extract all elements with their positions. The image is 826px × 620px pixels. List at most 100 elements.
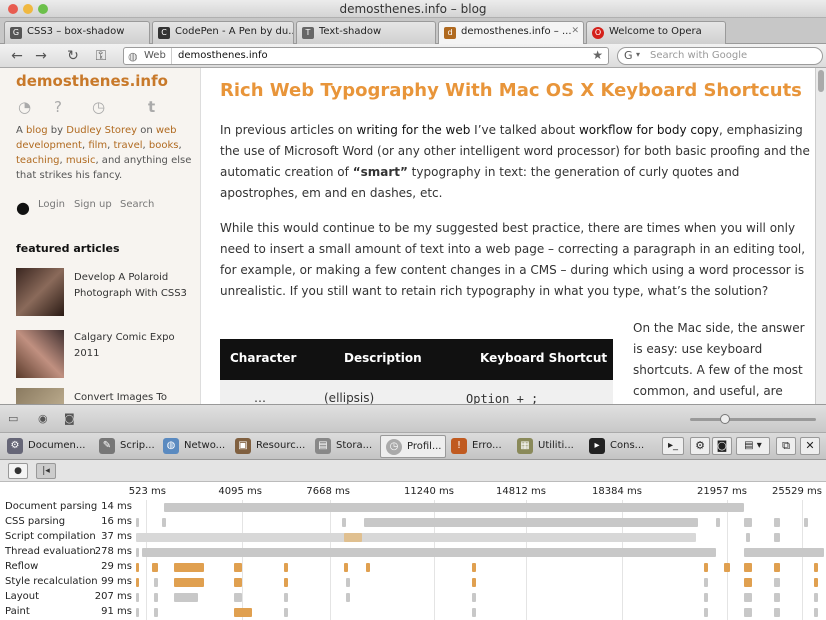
event-marker[interactable] (774, 518, 780, 527)
tab-profiler[interactable]: ◷ Profil... (380, 435, 447, 458)
tab-scripts[interactable]: ✎ Scrip... (94, 435, 159, 458)
google-icon[interactable]: G (624, 49, 633, 62)
fit-to-window-icon[interactable]: |◂ (36, 463, 56, 479)
event-marker[interactable] (774, 563, 780, 572)
event-track[interactable] (134, 530, 826, 545)
event-marker[interactable] (174, 563, 204, 572)
rss-icon[interactable]: ◔ (18, 98, 31, 116)
tab-resources[interactable]: ▣ Resourc... (230, 435, 309, 458)
event-track[interactable] (134, 545, 826, 560)
event-track[interactable] (134, 500, 826, 515)
books-link[interactable]: books (149, 140, 179, 151)
event-marker[interactable] (234, 593, 242, 602)
event-marker[interactable] (814, 563, 818, 572)
tab-welcome-opera[interactable]: O Welcome to Opera (586, 21, 726, 44)
timeline-row[interactable]: Style recalculation 99 ms (0, 575, 826, 590)
event-marker[interactable] (744, 593, 752, 602)
event-marker[interactable] (774, 533, 780, 542)
event-marker[interactable] (716, 518, 720, 527)
event-marker[interactable] (814, 608, 818, 617)
event-marker[interactable] (344, 533, 362, 542)
event-marker[interactable] (162, 518, 166, 527)
event-marker[interactable] (744, 578, 752, 587)
record-icon[interactable]: ● (8, 463, 28, 479)
featured-article-link[interactable]: Calgary Comic Expo 2011 (74, 330, 194, 362)
event-marker[interactable] (136, 518, 139, 527)
event-marker[interactable] (154, 608, 158, 617)
event-marker[interactable] (746, 533, 750, 542)
settings-gear-icon[interactable]: ⚙ (690, 437, 710, 455)
timeline-row[interactable]: Script compilation 37 ms (0, 530, 826, 545)
event-marker[interactable] (366, 563, 370, 572)
event-marker[interactable] (164, 503, 744, 512)
key-icon[interactable]: ⚿ (90, 46, 112, 66)
event-marker[interactable] (346, 593, 350, 602)
workflow-link[interactable]: workflow for body copy (579, 123, 719, 137)
bookmark-star-icon[interactable]: ★ (592, 48, 603, 62)
event-marker[interactable] (136, 563, 139, 572)
event-marker[interactable] (344, 563, 348, 572)
event-marker[interactable] (174, 593, 198, 602)
url-text[interactable]: demosthenes.info (178, 50, 268, 61)
page-scrollbar[interactable] (815, 68, 826, 404)
event-marker[interactable] (484, 518, 488, 527)
address-bar[interactable]: ◍ Web demosthenes.info ★ (123, 47, 609, 65)
event-marker[interactable] (234, 608, 252, 617)
tab-codepen[interactable]: C CodePen - A Pen by du... (152, 21, 294, 44)
event-marker[interactable] (152, 563, 158, 572)
console-toggle-icon[interactable]: ▸_ (662, 437, 684, 455)
tab-demosthenes[interactable]: d demosthenes.info – ... ✕ (438, 21, 584, 45)
search-field[interactable]: G ▾ Search with Google (617, 47, 823, 65)
event-marker[interactable] (284, 593, 288, 602)
event-marker[interactable] (342, 518, 346, 527)
zoom-window-icon[interactable] (38, 4, 48, 14)
tumblr-icon[interactable]: t (148, 98, 155, 116)
event-marker[interactable] (234, 578, 242, 587)
article-title[interactable]: Rich Web Typography With Mac OS X Keyboa… (220, 80, 802, 101)
close-tab-icon[interactable]: ✕ (571, 26, 579, 36)
article-thumbnail[interactable] (16, 388, 64, 404)
timeline-row[interactable]: Document parsing 14 ms (0, 500, 826, 515)
event-marker[interactable] (744, 548, 824, 557)
event-marker[interactable] (472, 608, 476, 617)
event-marker[interactable] (814, 578, 818, 587)
tab-network[interactable]: ◍ Netwo... (158, 435, 229, 458)
timeline-row[interactable]: Reflow 29 ms (0, 560, 826, 575)
event-marker[interactable] (136, 548, 139, 557)
event-marker[interactable] (346, 578, 350, 587)
camera-icon[interactable]: ◙ (64, 412, 75, 425)
event-marker[interactable] (284, 578, 288, 587)
layout-menu-icon[interactable]: ▤ ▾ (736, 437, 770, 455)
event-marker[interactable] (472, 563, 476, 572)
event-track[interactable] (134, 575, 826, 590)
event-track[interactable] (134, 515, 826, 530)
search-link[interactable]: Search (120, 199, 154, 210)
detach-icon[interactable]: ⧉ (776, 437, 796, 455)
tab-documents[interactable]: ⚙ Documen... (2, 435, 89, 458)
reload-icon[interactable]: ↻ (62, 46, 84, 66)
featured-article-link[interactable]: Develop A Polaroid Photograph With CSS3 (74, 270, 194, 302)
event-track[interactable] (134, 605, 826, 620)
event-marker[interactable] (154, 578, 158, 587)
event-marker[interactable] (284, 608, 288, 617)
site-title[interactable]: demosthenes.info (16, 72, 168, 90)
event-marker[interactable] (364, 518, 698, 527)
event-marker[interactable] (724, 563, 730, 572)
timeline-row[interactable]: Thread evaluation 278 ms (0, 545, 826, 560)
event-marker[interactable] (774, 593, 780, 602)
travel-link[interactable]: travel (114, 140, 143, 151)
event-marker[interactable] (472, 593, 476, 602)
event-marker[interactable] (744, 608, 752, 617)
event-marker[interactable] (136, 533, 696, 542)
timeline-row[interactable]: CSS parsing 16 ms (0, 515, 826, 530)
tab-text-shadow[interactable]: T Text-shadow (296, 21, 436, 44)
author-link[interactable]: Dudley Storey (66, 125, 137, 136)
timeline-row[interactable]: Paint 91 ms (0, 605, 826, 620)
event-track[interactable] (134, 590, 826, 605)
event-marker[interactable] (704, 563, 708, 572)
inspect-icon[interactable]: ◉ (38, 412, 48, 425)
writing-for-the-web-link[interactable]: writing for the web (357, 123, 471, 137)
timeline-row[interactable]: Layout 207 ms (0, 590, 826, 605)
signup-link[interactable]: Sign up (74, 199, 112, 210)
article-thumbnail[interactable] (16, 268, 64, 316)
